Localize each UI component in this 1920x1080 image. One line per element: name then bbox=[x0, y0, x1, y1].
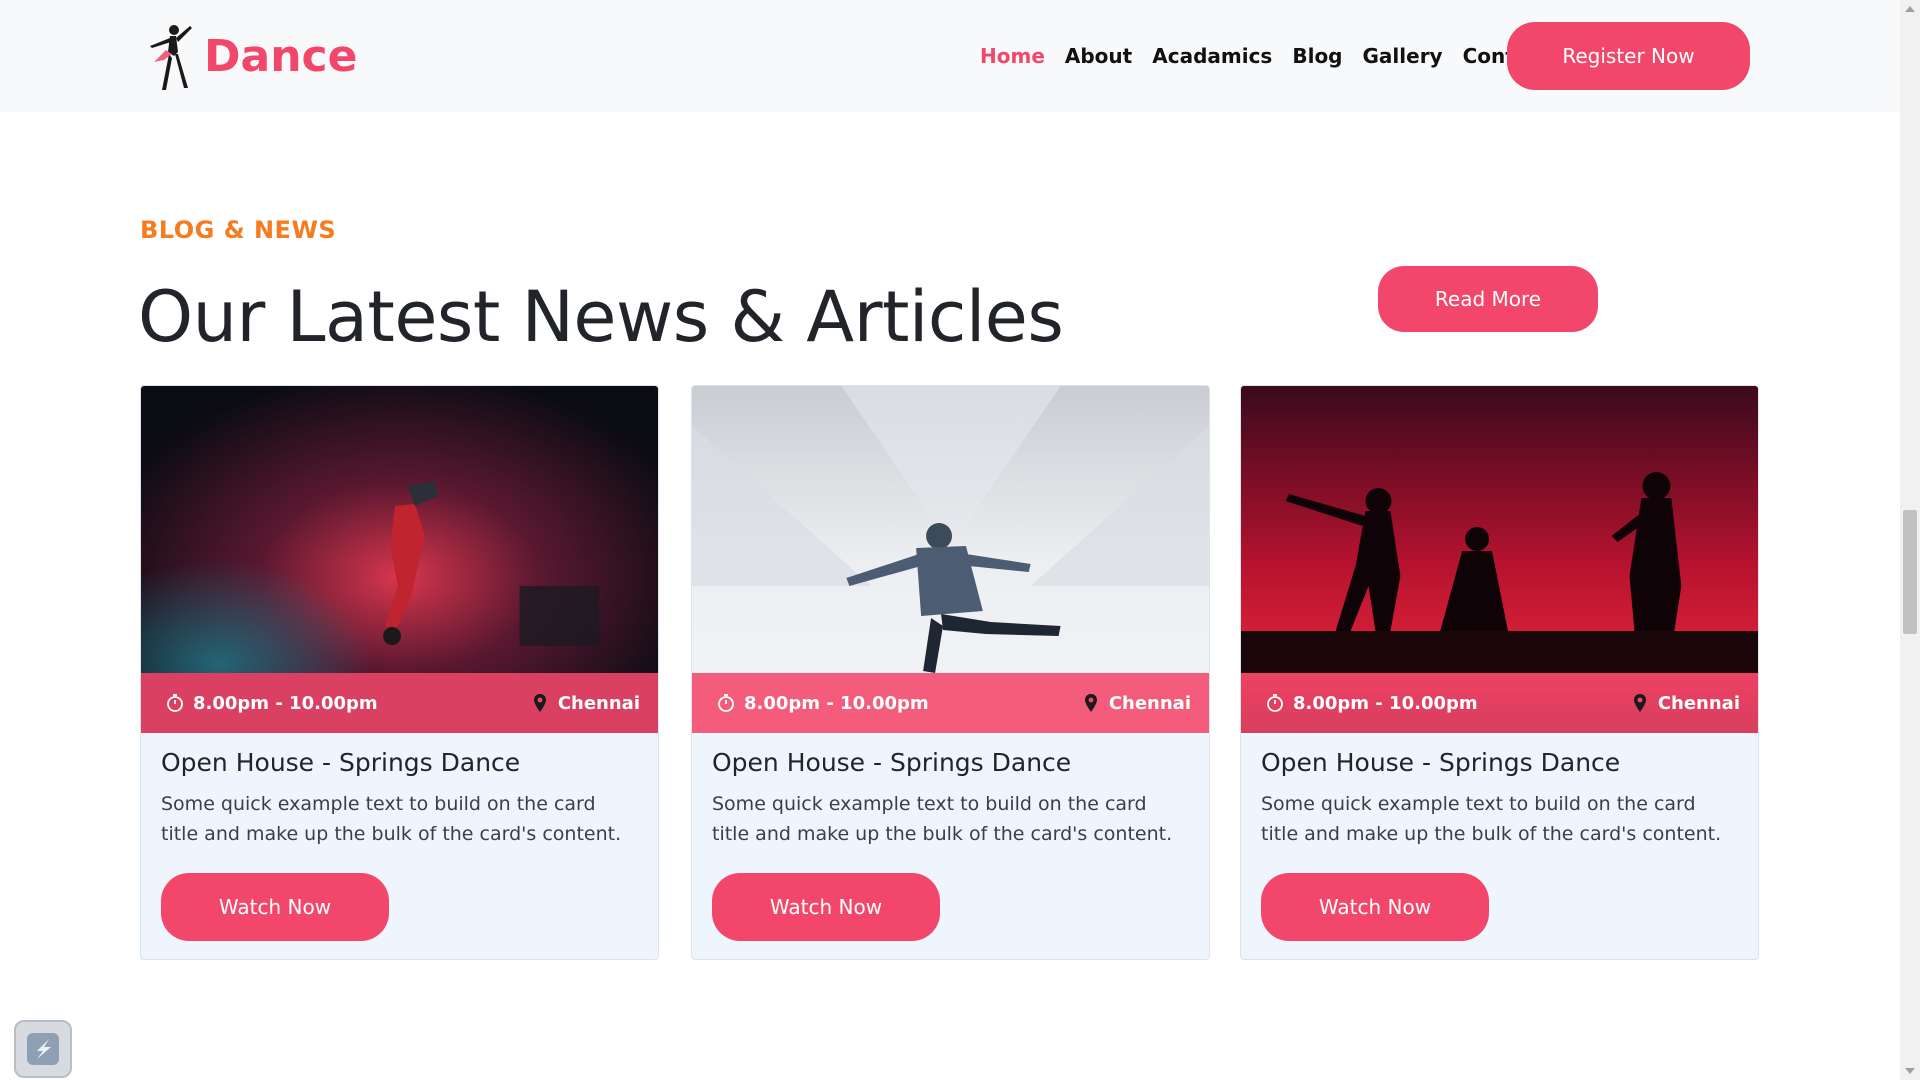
page-scrollbar[interactable] bbox=[1900, 0, 1920, 1080]
card-body: Open House - Springs Dance Some quick ex… bbox=[712, 748, 1189, 849]
card-location: Chennai bbox=[1630, 693, 1740, 714]
card-title: Open House - Springs Dance bbox=[712, 748, 1072, 777]
card-text: Some quick example text to build on the … bbox=[1261, 793, 1722, 845]
map-pin-icon bbox=[1084, 694, 1097, 712]
section-eyebrow: BLOG & NEWS bbox=[140, 216, 337, 244]
map-pin-icon bbox=[1633, 694, 1646, 712]
scroll-up-arrow-icon[interactable] bbox=[1905, 6, 1915, 12]
card-body: Open House - Springs Dance Some quick ex… bbox=[1261, 748, 1738, 849]
watch-now-button[interactable]: Watch Now bbox=[1261, 873, 1489, 941]
card-time: 8.00pm - 10.00pm bbox=[1265, 693, 1478, 714]
nav-home[interactable]: Home bbox=[980, 44, 1045, 68]
card-time-text: 8.00pm - 10.00pm bbox=[744, 692, 929, 714]
stopwatch-icon bbox=[718, 694, 734, 712]
card-text: Some quick example text to build on the … bbox=[712, 793, 1173, 845]
card-meta-bar: 8.00pm - 10.00pm Chennai bbox=[1241, 673, 1758, 733]
site-logo[interactable]: Dance bbox=[140, 18, 357, 94]
card-meta-bar: 8.00pm - 10.00pm Chennai bbox=[141, 673, 658, 733]
app-widget-icon bbox=[27, 1033, 59, 1065]
card-time: 8.00pm - 10.00pm bbox=[165, 693, 378, 714]
card-location-text: Chennai bbox=[1108, 692, 1191, 714]
logo-text: Dance bbox=[204, 30, 358, 82]
nav-about[interactable]: About bbox=[1065, 44, 1132, 68]
scroll-down-arrow-icon[interactable] bbox=[1905, 1068, 1915, 1074]
watch-now-button[interactable]: Watch Now bbox=[712, 873, 940, 941]
site-header: Dance Home About Acadamics Blog Gallery … bbox=[0, 0, 1900, 112]
read-more-button[interactable]: Read More bbox=[1378, 266, 1598, 332]
map-pin-icon bbox=[533, 694, 546, 712]
card-time: 8.00pm - 10.00pm bbox=[716, 693, 929, 714]
card-location: Chennai bbox=[530, 693, 640, 714]
card-location: Chennai bbox=[1081, 693, 1191, 714]
nav-academics[interactable]: Acadamics bbox=[1152, 44, 1272, 68]
card-location-text: Chennai bbox=[1657, 692, 1740, 714]
news-card: 8.00pm - 10.00pm Chennai Open House - Sp… bbox=[1240, 385, 1759, 960]
news-card: 8.00pm - 10.00pm Chennai Open House - Sp… bbox=[140, 385, 659, 960]
section-title: Our Latest News & Articles bbox=[138, 276, 1064, 358]
nav-blog[interactable]: Blog bbox=[1292, 44, 1342, 68]
floating-app-widget[interactable] bbox=[14, 1020, 72, 1078]
main-nav: Home About Acadamics Blog Gallery Contac… bbox=[980, 44, 1570, 68]
card-time-text: 8.00pm - 10.00pm bbox=[1293, 692, 1478, 714]
card-location-text: Chennai bbox=[557, 692, 640, 714]
news-card: 8.00pm - 10.00pm Chennai Open House - Sp… bbox=[691, 385, 1210, 960]
card-meta-bar: 8.00pm - 10.00pm Chennai bbox=[692, 673, 1209, 733]
dancer-logo-icon bbox=[150, 25, 192, 90]
card-body: Open House - Springs Dance Some quick ex… bbox=[161, 748, 638, 849]
scroll-thumb[interactable] bbox=[1903, 510, 1917, 634]
nav-gallery[interactable]: Gallery bbox=[1363, 44, 1443, 68]
stopwatch-icon bbox=[1267, 694, 1283, 712]
card-time-text: 8.00pm - 10.00pm bbox=[193, 692, 378, 714]
card-title: Open House - Springs Dance bbox=[161, 748, 521, 777]
register-now-button[interactable]: Register Now bbox=[1507, 22, 1750, 90]
watch-now-button[interactable]: Watch Now bbox=[161, 873, 389, 941]
stopwatch-icon bbox=[167, 694, 183, 712]
card-title: Open House - Springs Dance bbox=[1261, 748, 1621, 777]
card-text: Some quick example text to build on the … bbox=[161, 793, 622, 845]
